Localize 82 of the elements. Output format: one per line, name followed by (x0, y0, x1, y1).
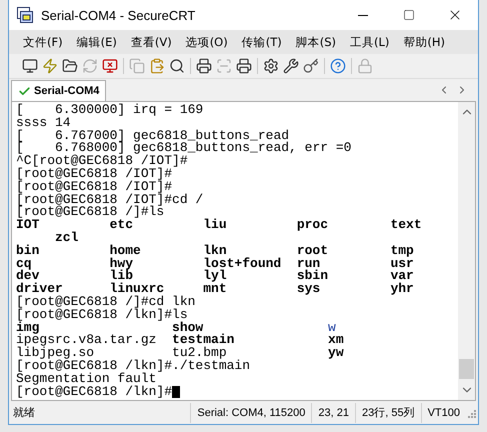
scroll-thumb[interactable] (459, 359, 474, 379)
printer-icon[interactable] (196, 58, 212, 74)
file-name: xm (328, 332, 344, 348)
file-name: tu2.bmp (172, 345, 227, 360)
status-text: VT100 (420, 402, 466, 422)
file-name: run (296, 256, 320, 271)
file-name: lkn (203, 242, 227, 258)
file-name: usr (390, 256, 414, 271)
terminal-panel[interactable] (11, 101, 476, 401)
terminal-line: [root@GEC6818 /IOT]# (16, 180, 172, 194)
session-tab[interactable]: Serial-COM4 (11, 80, 106, 101)
terminal-line: [root@GEC6818 /lkn]#./testmain (16, 360, 250, 373)
file-name: bin (16, 242, 40, 258)
terminal-line: [ 6.300000] irq = 169 (16, 104, 204, 117)
terminal-line: [ 6.767000] gec6818_buttons_read (16, 130, 290, 142)
file-name: var (390, 268, 414, 284)
file-name: linuxrc (110, 281, 164, 296)
file-name: hwy (110, 256, 134, 271)
file-name: home (110, 242, 141, 258)
file-name: zcl (55, 230, 78, 245)
help-icon[interactable] (330, 58, 346, 74)
menu-item[interactable]: 文件(F) (23, 34, 63, 50)
file-name: show (172, 320, 204, 335)
resize-grip-icon[interactable] (466, 408, 476, 418)
folder-icon[interactable] (62, 58, 78, 74)
settings-icon[interactable] (263, 58, 279, 74)
monitor-icon[interactable] (22, 58, 38, 74)
file-name: liu (203, 217, 227, 232)
terminal-line: [root@GEC6818 /]#ls (16, 206, 164, 220)
file-name: testmain (172, 332, 234, 348)
file-name: dev (16, 268, 40, 284)
terminal-line: [root@GEC6818 /IOT]# (16, 168, 172, 181)
window-title: Serial-COM4 - SecureCRT (41, 8, 196, 22)
file-name: mnt (203, 281, 227, 296)
app-icon (17, 7, 33, 23)
file-name: w (328, 320, 336, 335)
terminal-line: [root@GEC6818 /]#cd lkn (16, 296, 196, 309)
menu-item[interactable]: 工具(L) (350, 34, 390, 50)
file-name: proc (296, 217, 328, 232)
minimize-icon (358, 14, 368, 16)
file-name: sbin (296, 268, 328, 284)
menu-item[interactable]: 传输(T) (242, 34, 282, 50)
file-name: cq (16, 256, 32, 271)
monitor-x-icon[interactable] (102, 58, 118, 74)
terminal-line: [root@GEC6818 /lkn]# (16, 386, 172, 398)
wrench-icon[interactable] (283, 58, 299, 74)
terminal-line: ^C[root@GEC6818 /IOT]# (16, 155, 188, 168)
file-name: etc (110, 217, 134, 232)
file-name: yhr (390, 281, 414, 296)
file-name: lib (110, 268, 134, 284)
menu-item[interactable]: 帮助(H) (403, 34, 446, 50)
scrollbar[interactable] (458, 102, 475, 400)
file-name: img (16, 320, 40, 335)
file-name: tmp (390, 242, 414, 258)
file-name: root (296, 242, 328, 258)
menu-item[interactable]: 脚本(S) (296, 34, 336, 50)
status-text: 就绪 (12, 406, 36, 420)
printer-icon[interactable] (236, 58, 252, 74)
file-name: lyl (203, 268, 227, 284)
status-text: 23行, 55列 (354, 402, 421, 422)
file-name: lost+found (203, 256, 282, 271)
terminal-line: [ 6.768000] gec6818_buttons_read, err =0 (16, 142, 352, 156)
check-icon (18, 84, 31, 98)
menu-item[interactable]: 选项(O) (186, 34, 228, 50)
menu-item[interactable]: 查看(V) (130, 34, 172, 50)
file-name: sys (296, 281, 320, 296)
terminal-line: Segmentation fault (16, 372, 156, 386)
key-icon[interactable] (303, 58, 319, 74)
maximize-icon (403, 9, 415, 21)
status-text: 23, 21 (311, 402, 355, 422)
terminal-line: [root@GEC6818 /IOT]#cd / (16, 194, 204, 206)
file-name: ipegsrc.v8a.tar.gz (16, 332, 156, 348)
menu-item[interactable]: 编辑(E) (76, 34, 117, 50)
file-name: driver (16, 281, 63, 296)
file-name: yw (328, 345, 344, 360)
status-text: Serial: COM4, 115200 (190, 402, 312, 422)
terminal-line: [root@GEC6818 /lkn]#ls (16, 308, 188, 322)
file-name: IOT (16, 217, 40, 232)
terminal-line: ssss 14 (16, 116, 71, 130)
file-name: libjpeg.so (16, 345, 94, 360)
search-icon[interactable] (169, 58, 185, 74)
file-name: text (390, 217, 422, 232)
